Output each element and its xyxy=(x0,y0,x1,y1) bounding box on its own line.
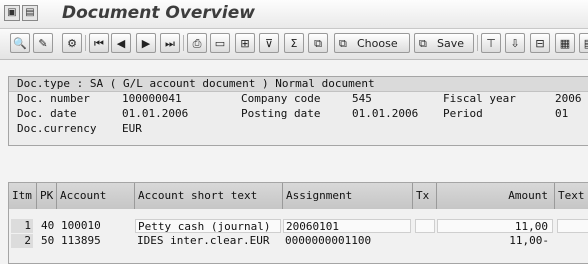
title-bar: ▣ ▤ Document Overview xyxy=(0,0,588,29)
print-icon[interactable]: ⎙ xyxy=(187,33,207,53)
more-icon[interactable]: ▤ xyxy=(579,33,588,53)
col-header-itm[interactable]: Itm xyxy=(9,183,37,209)
col-header-assignment[interactable]: Assignment xyxy=(283,183,413,209)
row-2-tx xyxy=(415,234,435,248)
save-button[interactable]: ⧉ Save xyxy=(414,33,474,53)
row-1-assignment: 20060101 xyxy=(283,219,411,233)
period-value: 01 xyxy=(555,107,569,120)
doc-number-label: Doc. number xyxy=(17,92,90,105)
document-header: Doc.type : SA ( G/L account document ) N… xyxy=(8,76,588,146)
col-header-amount[interactable]: Amount xyxy=(437,183,555,209)
sum-icon[interactable]: Σ xyxy=(284,33,304,53)
row-2-account[interactable]: 113895 xyxy=(59,234,133,248)
choose-icon: ⧉ xyxy=(339,37,347,50)
doc-type-line: Doc.type : SA ( G/L account document ) N… xyxy=(17,77,375,90)
posting-date-value: 01.01.2006 xyxy=(352,107,419,120)
row-2-short-text: IDES inter.clear.EUR xyxy=(137,234,270,247)
row-2-amount: 11,00- xyxy=(509,234,549,247)
col-header-tx[interactable]: Tx xyxy=(413,183,437,209)
company-code-label: Company code xyxy=(241,92,321,105)
page-icon[interactable]: ▤ xyxy=(22,5,38,21)
doc-date-label: Doc. date xyxy=(17,107,77,120)
row-1-amount: 11,00 xyxy=(437,219,553,233)
row-1-itm[interactable]: 1 xyxy=(11,219,33,233)
application-toolbar: 🔍 ✎ ⚙ ⏮ ◀ ▶ ⏭ ⎙ ▭ ⊞ ⊽ Σ ⧉ ⧉ Choose ⧉ Sav… xyxy=(0,29,588,60)
display-icon[interactable]: 🔍 xyxy=(10,33,30,53)
change-icon[interactable]: ✎ xyxy=(33,33,53,53)
settings-icon[interactable]: ⚙ xyxy=(62,33,82,53)
doc-number-value: 100000041 xyxy=(122,92,182,105)
company-code-value: 545 xyxy=(352,92,372,105)
col-header-account[interactable]: Account xyxy=(57,183,135,209)
row-2-assignment: 0000000001100 xyxy=(285,234,372,247)
currency-value: EUR xyxy=(122,122,142,135)
last-page-icon[interactable]: ⏭ xyxy=(160,33,180,53)
line-items-table: Itm PK Account Account short text Assign… xyxy=(8,182,588,264)
fiscal-year-label: Fiscal year xyxy=(443,92,516,105)
title-icons: ▣ ▤ xyxy=(4,5,38,21)
save-icon: ⧉ xyxy=(419,37,427,50)
save-button-label: Save xyxy=(437,37,465,50)
row-2-pk: 50 xyxy=(41,234,55,247)
print-preview-icon[interactable]: ▭ xyxy=(210,33,230,53)
first-page-icon[interactable]: ⏮ xyxy=(89,33,109,53)
period-label: Period xyxy=(443,107,483,120)
row-1-tx xyxy=(415,219,435,233)
row-2-itm[interactable]: 2 xyxy=(11,234,33,248)
previous-page-icon[interactable]: ◀ xyxy=(111,33,131,53)
currency-label: Doc.currency xyxy=(17,122,97,135)
toolbar-separator xyxy=(183,35,184,51)
col-header-pk[interactable]: PK xyxy=(37,183,57,209)
toolbar-separator xyxy=(477,35,478,51)
row-1-account[interactable]: 100010 xyxy=(59,219,133,233)
row-1-text xyxy=(557,219,588,233)
col-header-short-text[interactable]: Account short text xyxy=(135,183,283,209)
doc-date-value: 01.01.2006 xyxy=(122,107,189,120)
subtotal-icon[interactable]: ⧉ xyxy=(308,33,328,53)
layout-icon[interactable]: ⊞ xyxy=(235,33,255,53)
layout-select-icon[interactable]: ⊤ xyxy=(481,33,501,53)
choose-button[interactable]: ⧉ Choose xyxy=(334,33,410,53)
fiscal-year-value: 2006 xyxy=(555,92,582,105)
screen-icon[interactable]: ▣ xyxy=(4,5,20,21)
row-1-pk: 40 xyxy=(41,219,55,232)
toolbar-separator xyxy=(85,35,86,51)
choose-button-label: Choose xyxy=(357,37,398,50)
spreadsheet-icon[interactable]: ▦ xyxy=(555,33,575,53)
next-page-icon[interactable]: ▶ xyxy=(136,33,156,53)
row-2-text xyxy=(557,234,588,248)
export-icon[interactable]: ⇩ xyxy=(505,33,525,53)
views-icon[interactable]: ⊟ xyxy=(530,33,550,53)
page-title: Document Overview xyxy=(62,3,255,23)
row-1-short-text: Petty cash (journal) xyxy=(135,219,281,233)
posting-date-label: Posting date xyxy=(241,107,321,120)
filter-icon[interactable]: ⊽ xyxy=(259,33,279,53)
col-header-text[interactable]: Text xyxy=(555,183,588,209)
